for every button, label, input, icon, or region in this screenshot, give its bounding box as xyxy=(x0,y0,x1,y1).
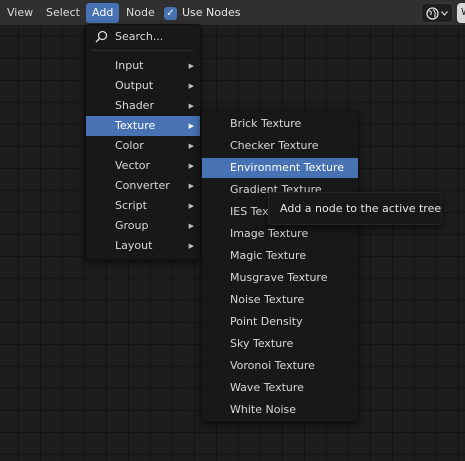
header-edge-button[interactable]: W xyxy=(457,3,465,23)
use-nodes-label: Use Nodes xyxy=(182,6,241,19)
menu-item-noise-texture[interactable]: Noise Texture xyxy=(202,290,358,310)
menu-item-texture[interactable]: Texture ▶ xyxy=(86,116,200,136)
menu-item-label: Input xyxy=(115,59,144,72)
select-menu-button[interactable]: Select xyxy=(40,3,86,23)
submenu-arrow-icon: ▶ xyxy=(188,202,194,210)
menu-item-output[interactable]: Output ▶ xyxy=(86,76,200,96)
menu-item-layout[interactable]: Layout ▶ xyxy=(86,236,200,256)
menu-item-checker-texture[interactable]: Checker Texture xyxy=(202,136,358,156)
menu-item-brick-texture[interactable]: Brick Texture xyxy=(202,114,358,134)
add-menu: Search... Input ▶ Output ▶ Shader ▶ Text… xyxy=(85,24,201,260)
menu-separator xyxy=(92,50,194,51)
menu-item-environment-texture[interactable]: Environment Texture xyxy=(202,158,358,178)
menu-item-label: Group xyxy=(115,219,149,232)
menu-item-label: Vector xyxy=(115,159,151,172)
menu-item-converter[interactable]: Converter ▶ xyxy=(86,176,200,196)
menu-item-musgrave-texture[interactable]: Musgrave Texture xyxy=(202,268,358,288)
menu-item-label: Shader xyxy=(115,99,154,112)
menu-item-sky-texture[interactable]: Sky Texture xyxy=(202,334,358,354)
chevron-down-icon xyxy=(441,10,448,16)
menu-item-vector[interactable]: Vector ▶ xyxy=(86,156,200,176)
shading-mode-dropdown[interactable] xyxy=(421,3,453,23)
menu-item-shader[interactable]: Shader ▶ xyxy=(86,96,200,116)
submenu-arrow-icon: ▶ xyxy=(188,142,194,150)
menu-item-label: Output xyxy=(115,79,154,92)
menu-item-label: Converter xyxy=(115,179,170,192)
menu-item-label: Script xyxy=(115,199,147,212)
node-editor-header: View Select Add Node ✓ Use Nodes W xyxy=(0,0,465,26)
search-label: Search... xyxy=(115,30,164,43)
use-nodes-checkbox[interactable]: ✓ xyxy=(164,6,177,20)
submenu-arrow-icon: ▶ xyxy=(188,162,194,170)
menu-item-label: Layout xyxy=(115,239,153,252)
menu-item-color[interactable]: Color ▶ xyxy=(86,136,200,156)
node-menu-button[interactable]: Node xyxy=(120,3,161,23)
menu-item-wave-texture[interactable]: Wave Texture xyxy=(202,378,358,398)
menu-search[interactable]: Search... xyxy=(86,27,200,47)
menu-item-label: Color xyxy=(115,139,144,152)
menu-item-point-density[interactable]: Point Density xyxy=(202,312,358,332)
submenu-arrow-icon: ▶ xyxy=(188,82,194,90)
submenu-arrow-icon: ▶ xyxy=(188,242,194,250)
menu-item-magic-texture[interactable]: Magic Texture xyxy=(202,246,358,266)
tooltip: Add a node to the active tree. xyxy=(268,192,442,225)
menu-item-white-noise[interactable]: White Noise xyxy=(202,400,358,420)
submenu-arrow-icon: ▶ xyxy=(188,182,194,190)
submenu-arrow-icon: ▶ xyxy=(188,62,194,70)
use-nodes-toggle[interactable]: ✓ Use Nodes xyxy=(164,3,241,23)
texture-submenu: Brick Texture Checker Texture Environmen… xyxy=(201,110,359,422)
submenu-arrow-icon: ▶ xyxy=(188,122,194,130)
menu-item-voronoi-texture[interactable]: Voronoi Texture xyxy=(202,356,358,376)
add-menu-button[interactable]: Add xyxy=(86,3,120,23)
menu-item-label: Texture xyxy=(115,119,156,132)
view-menu-button[interactable]: View xyxy=(1,3,39,23)
menu-item-script[interactable]: Script ▶ xyxy=(86,196,200,216)
menu-item-group[interactable]: Group ▶ xyxy=(86,216,200,236)
menu-item-input[interactable]: Input ▶ xyxy=(86,56,200,76)
globe-icon xyxy=(426,6,439,20)
submenu-arrow-icon: ▶ xyxy=(188,102,194,110)
submenu-arrow-icon: ▶ xyxy=(188,222,194,230)
menu-item-image-texture[interactable]: Image Texture xyxy=(202,224,358,244)
search-icon xyxy=(95,30,108,43)
